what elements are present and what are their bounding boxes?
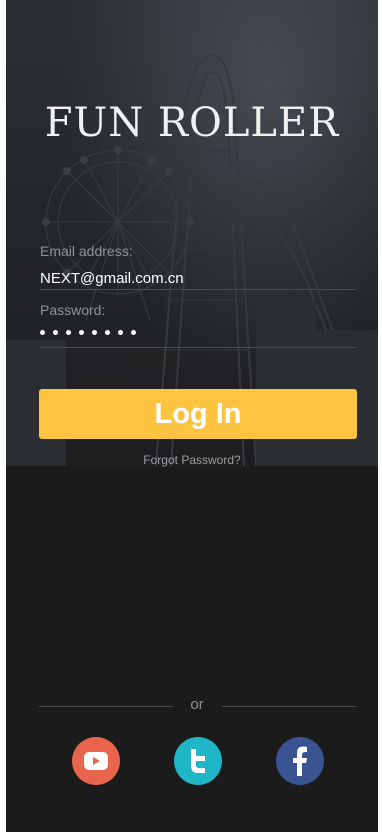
password-field[interactable]: •••••••• — [40, 322, 136, 342]
password-underline — [40, 347, 356, 348]
login-button[interactable]: Log In — [39, 389, 357, 439]
app-title: FUN ROLLER — [44, 100, 340, 146]
forgot-password-link[interactable]: Forgot Password? — [6, 453, 378, 467]
or-label: or — [190, 696, 204, 713]
divider-right — [222, 706, 356, 707]
youtube-button[interactable] — [72, 737, 120, 785]
facebook-button[interactable] — [276, 737, 324, 785]
twitter-button[interactable] — [174, 737, 222, 785]
facebook-icon — [293, 746, 307, 776]
login-screen: FUN ROLLER Email address: Password: ••••… — [6, 0, 378, 832]
email-underline — [40, 289, 356, 290]
twitter-icon — [191, 749, 205, 773]
youtube-icon — [84, 752, 108, 770]
email-field[interactable] — [40, 268, 350, 288]
password-label: Password: — [40, 302, 106, 318]
email-label: Email address: — [40, 243, 133, 259]
divider-left — [39, 706, 173, 707]
